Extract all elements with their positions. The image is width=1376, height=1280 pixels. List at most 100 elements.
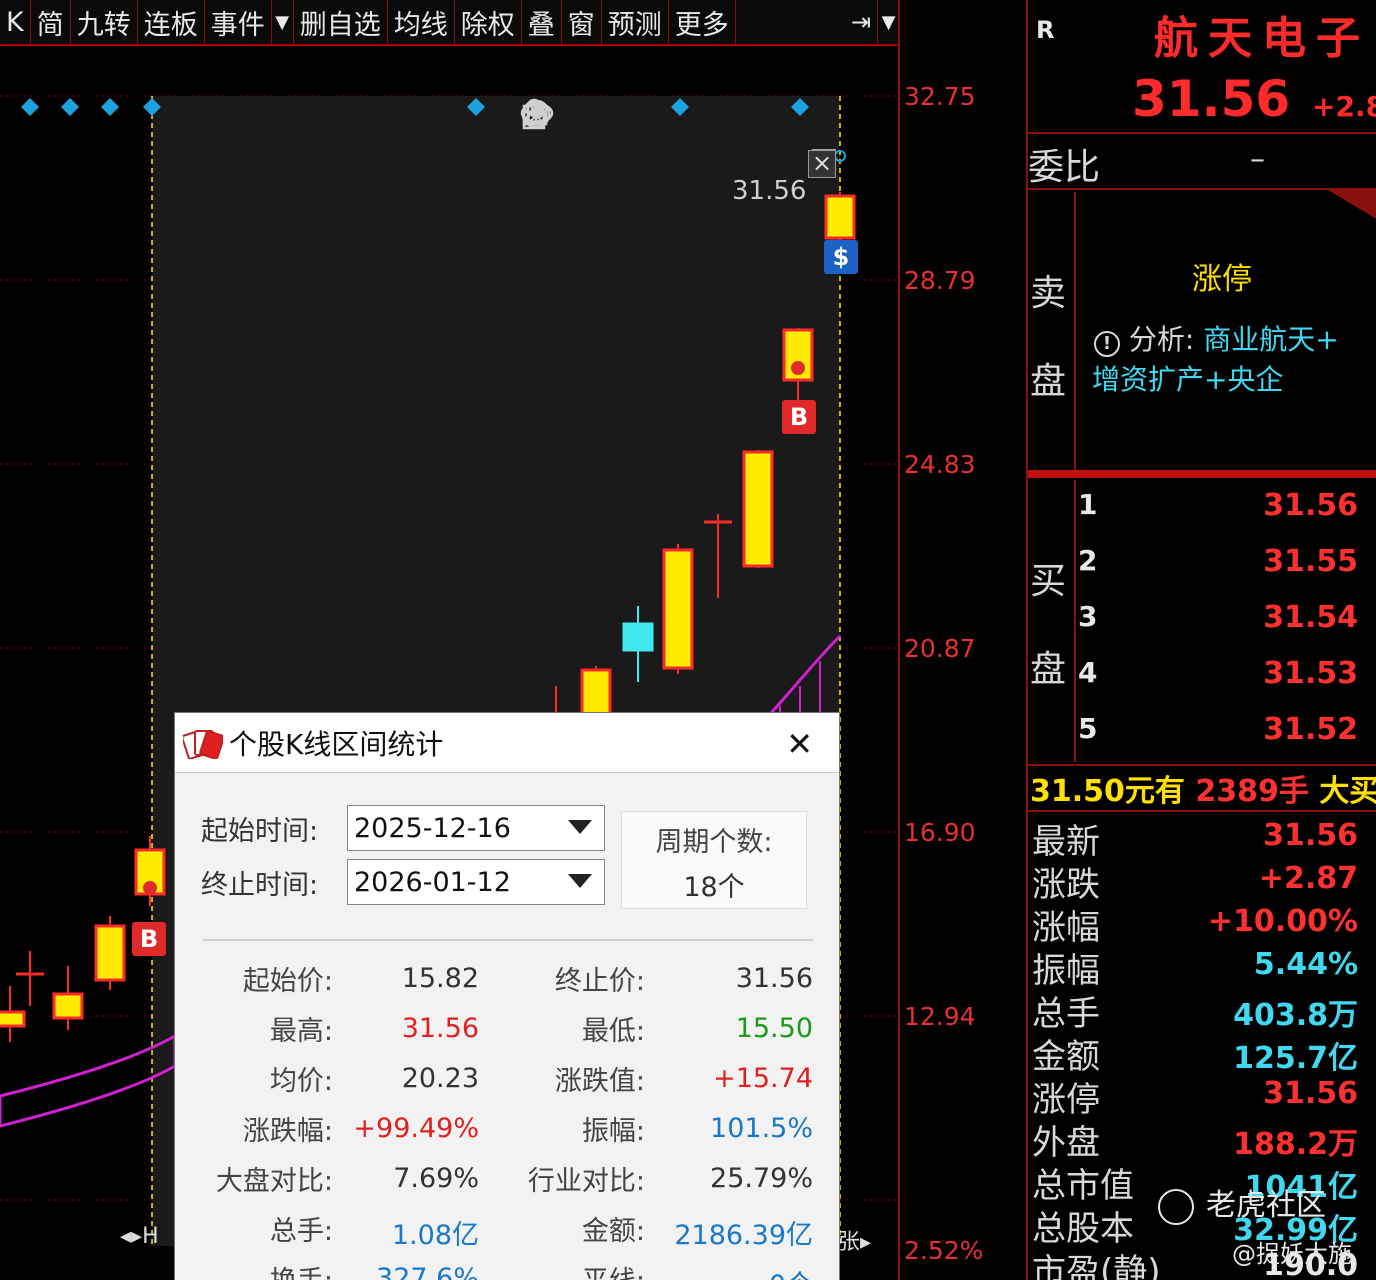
quote-label: 最新 — [1032, 822, 1100, 862]
stat-value: 15.82 — [401, 963, 479, 994]
toolbar-item[interactable]: 除权 — [455, 0, 522, 44]
toolbar-item[interactable]: 叠 — [522, 0, 562, 44]
toolbar-item[interactable]: 连板 — [138, 0, 205, 44]
bid-price[interactable]: 31.56 — [1263, 488, 1358, 523]
toolbar-item[interactable]: 均线 — [388, 0, 455, 44]
bid-price[interactable]: 31.54 — [1263, 600, 1358, 635]
eye-icon[interactable] — [520, 98, 650, 136]
quote-value: 31.56 — [1263, 1076, 1358, 1111]
lock-icon[interactable] — [522, 98, 788, 136]
stat-label: 涨跌幅: — [242, 1116, 333, 1147]
toolbar-item[interactable]: ▼ — [878, 0, 900, 44]
stat-label: 行业对比: — [527, 1166, 645, 1197]
quote-value: 403.8万 — [1233, 998, 1358, 1033]
toolbar-item[interactable]: ▼ — [272, 0, 294, 44]
candle-body — [742, 450, 774, 568]
bid-price[interactable]: 31.52 — [1263, 712, 1358, 747]
chart-tool-icons — [520, 98, 880, 136]
close-marker-icon[interactable]: × — [808, 150, 836, 178]
eraser-icon[interactable] — [522, 98, 696, 136]
quote-value: 188.2万 — [1233, 1127, 1358, 1162]
analysis-tag-line1[interactable]: 商业航天+ — [1203, 323, 1338, 356]
scroll-left-handle[interactable]: ◂▸H — [120, 1224, 159, 1249]
stat-label: 振幅: — [581, 1116, 645, 1147]
sell-side-label: 卖 — [1030, 273, 1067, 314]
dialog-divider — [203, 939, 813, 941]
toolbar-item[interactable]: ⇥ — [845, 0, 878, 44]
large-order-row: 31.50元有 2389手 大买 — [1030, 766, 1376, 810]
event-marker-icon — [61, 98, 79, 116]
toolbar-item[interactable]: 预测 — [602, 0, 669, 44]
period-count-box: 周期个数: 18个 — [621, 811, 807, 909]
ma-band — [0, 1033, 177, 1128]
stat-label: 起始价: — [242, 966, 333, 997]
stock-name: 航天电子 — [1154, 13, 1370, 64]
y-tick-label: 16.90 — [904, 818, 976, 847]
buy-side-label: 买 — [1030, 561, 1067, 602]
toolbar-item[interactable]: 简 — [31, 0, 71, 44]
toolbar-item[interactable]: 删自选 — [294, 0, 388, 44]
y-tick-label: 20.87 — [904, 634, 976, 663]
watermark-community-text: 老虎社区 — [1206, 1188, 1326, 1223]
stat-label: 均价: — [269, 1066, 333, 1097]
toolbar-item[interactable]: 事件 — [205, 0, 272, 44]
y-tick-label: 2.52% — [904, 1236, 984, 1265]
start-date-select[interactable]: 2025-12-16 — [347, 805, 605, 851]
watermark-community: 老虎社区 — [1158, 1180, 1326, 1225]
dollar-signal-badge[interactable]: $ — [824, 240, 858, 274]
toolbar-item[interactable]: 九转 — [71, 0, 138, 44]
close-icon[interactable]: ✕ — [786, 725, 813, 763]
stat-value: +99.49% — [353, 1113, 479, 1144]
chevron-down-icon[interactable] — [568, 874, 592, 888]
period-count-label: 周期个数: — [655, 827, 773, 858]
zoom-in-icon[interactable] — [521, 98, 834, 136]
event-marker-icon — [101, 98, 119, 116]
stat-value: 0个 — [673, 1263, 813, 1280]
stat-value: 327.6% — [376, 1263, 479, 1280]
quote-value: 125.7亿 — [1233, 1041, 1358, 1076]
toolbar-item[interactable]: 窗 — [562, 0, 602, 44]
analysis-tag-line2[interactable]: 增资扩产+央企 — [1092, 358, 1283, 398]
buy-signal-badge[interactable]: B — [132, 922, 166, 956]
quote-value: 31.56 — [1263, 818, 1358, 853]
toolbar-item[interactable]: K — [0, 0, 31, 44]
last-price-label: 31.56 — [732, 176, 807, 206]
end-date-value: 2026-01-12 — [354, 866, 511, 898]
divider — [1074, 192, 1076, 470]
tiger-logo-icon — [1158, 1188, 1194, 1225]
stat-value: 1.08亿 — [391, 1220, 479, 1251]
event-marker-icon — [21, 98, 39, 116]
chevron-down-icon[interactable] — [568, 820, 592, 834]
stat-label: 金额: — [581, 1216, 645, 1247]
pen-icon[interactable] — [523, 98, 604, 136]
quote-label: 涨幅 — [1032, 908, 1100, 948]
large-order-price: 31.50 — [1030, 774, 1125, 809]
candle-body — [824, 194, 856, 240]
signal-dot — [143, 881, 157, 895]
candle-body — [0, 1010, 26, 1028]
stat-value: 101.5% — [710, 1113, 813, 1144]
buy-signal-badge[interactable]: B — [782, 400, 816, 434]
end-date-select[interactable]: 2026-01-12 — [347, 859, 605, 905]
zoom-out-icon[interactable] — [521, 98, 880, 136]
scroll-right-handle[interactable]: 张▸ — [838, 1224, 871, 1256]
bid-price[interactable]: 31.53 — [1263, 656, 1358, 691]
divider — [1028, 132, 1376, 134]
dialog-titlebar[interactable]: 个股K线区间统计 ✕ — [175, 713, 839, 773]
candle-body — [94, 924, 126, 982]
quote-value: +2.87 — [1258, 861, 1358, 896]
bid-price[interactable]: 31.55 — [1263, 544, 1358, 579]
y-tick-label: 12.94 — [904, 1002, 976, 1031]
signal-dot — [791, 361, 805, 375]
quote-value: 5.44% — [1253, 947, 1358, 982]
weibi-value: – — [1250, 142, 1265, 177]
stat-value: 20.23 — [401, 1063, 479, 1094]
watermark-author: @捉妖大施 — [1232, 1240, 1352, 1268]
kline-range-stats-dialog: 个股K线区间统计 ✕ 起始时间: 2025-12-16 终止时间: 2026-0… — [174, 712, 840, 1280]
quote-label: 外盘 — [1032, 1123, 1100, 1163]
stat-value: 15.50 — [735, 1013, 813, 1044]
toolbar-item[interactable]: 更多 — [669, 0, 736, 44]
limit-up-label: 涨停 — [1192, 262, 1252, 297]
large-order-qty: 2389手 — [1195, 774, 1309, 809]
hand-icon[interactable] — [526, 98, 742, 136]
